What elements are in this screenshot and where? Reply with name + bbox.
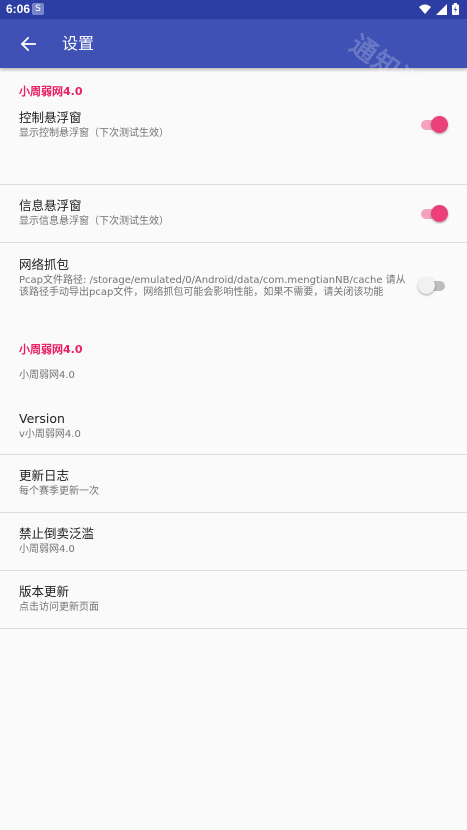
status-time: 6:06 bbox=[6, 2, 31, 16]
pref-summary: v小周弱网4.0 bbox=[19, 429, 81, 440]
status-icons bbox=[419, 3, 459, 15]
battery-icon bbox=[452, 3, 459, 15]
arrow-left-icon bbox=[20, 36, 36, 52]
pref-summary: 小周弱网4.0 bbox=[19, 544, 75, 555]
pref-packet-capture[interactable]: 网络抓包 Pcap文件路径: /storage/emulated/0/Andro… bbox=[0, 243, 467, 330]
category-header: 小周弱网4.0 bbox=[19, 85, 83, 98]
status-bar: 6:06 S bbox=[0, 0, 467, 19]
app-bar: 设置 通知消息 bbox=[0, 19, 467, 118]
pref-title: Version bbox=[19, 411, 65, 426]
category-header: 小周弱网4.0 bbox=[19, 343, 83, 356]
switch-thumb bbox=[431, 205, 448, 222]
control-overlay-switch[interactable] bbox=[421, 116, 448, 133]
pref-summary: 点击访问更新页面 bbox=[19, 602, 99, 613]
pref-info-overlay[interactable]: 信息悬浮窗 显示信息悬浮窗（下次测试生效） bbox=[0, 185, 467, 243]
pref-summary: 每个赛季更新一次 bbox=[19, 486, 99, 497]
pref-title: 版本更新 bbox=[19, 584, 70, 599]
page-title: 设置 bbox=[62, 34, 95, 53]
settings-list: 小周弱网4.0 控制悬浮窗 显示控制悬浮窗（下次测试生效） 信息悬浮窗 显示信息… bbox=[0, 68, 467, 629]
switch-thumb bbox=[431, 116, 448, 133]
pref-changelog[interactable]: 更新日志 每个赛季更新一次 bbox=[0, 455, 467, 513]
pref-title: 信息悬浮窗 bbox=[19, 198, 82, 213]
info-overlay-switch[interactable] bbox=[421, 205, 448, 222]
pref-summary: 显示控制悬浮窗（下次测试生效） bbox=[19, 128, 169, 139]
pref-control-overlay[interactable]: 控制悬浮窗 显示控制悬浮窗（下次测试生效） bbox=[0, 98, 467, 185]
signal-icon bbox=[436, 3, 447, 15]
pref-title: 禁止倒卖泛滥 bbox=[19, 526, 95, 541]
switch-thumb bbox=[418, 277, 435, 294]
pref-summary: 显示信息悬浮窗（下次测试生效） bbox=[19, 216, 169, 227]
pref-title: 控制悬浮窗 bbox=[19, 110, 82, 125]
pref-version-update[interactable]: 版本更新 点击访问更新页面 bbox=[0, 571, 467, 629]
pref-app-name[interactable]: 小周弱网4.0 bbox=[0, 356, 467, 399]
pref-summary: Pcap文件路径: /storage/emulated/0/Android/da… bbox=[19, 275, 406, 298]
pref-anti-resale[interactable]: 禁止倒卖泛滥 小周弱网4.0 bbox=[0, 513, 467, 571]
s-app-icon: S bbox=[32, 3, 44, 15]
pref-version[interactable]: Version v小周弱网4.0 bbox=[0, 399, 467, 455]
back-button[interactable] bbox=[14, 31, 42, 57]
packet-capture-switch[interactable] bbox=[418, 277, 445, 294]
pref-title: 网络抓包 bbox=[19, 257, 70, 272]
pref-title: 更新日志 bbox=[19, 468, 70, 483]
pref-summary: 小周弱网4.0 bbox=[19, 370, 75, 381]
wifi-icon bbox=[419, 4, 431, 14]
